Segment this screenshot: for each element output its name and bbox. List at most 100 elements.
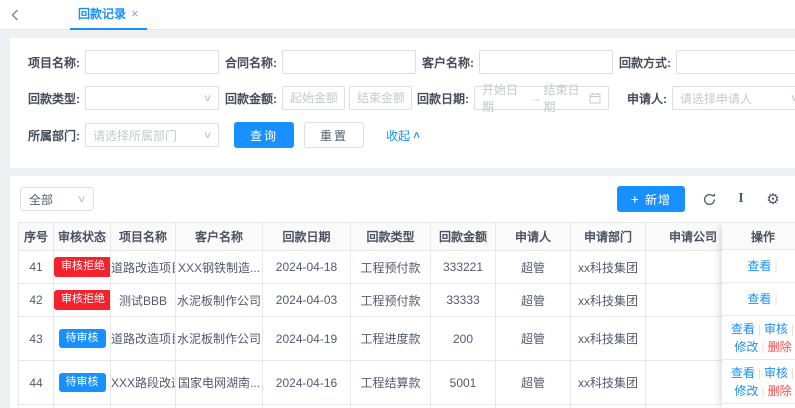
table-panel: 全部 ∨ + 新增 I ⚙ 序号 审核状态 项目名称 客户名称 回款日期 回款类… [10, 176, 795, 408]
payment-method-select[interactable]: ∨ [676, 50, 795, 74]
delete-link[interactable]: 删除 [768, 382, 792, 400]
cell-date: 2024-04-03 [262, 283, 351, 317]
settings-gear-icon[interactable]: ⚙ [765, 191, 781, 208]
cell-dept: xx科技集团 [570, 360, 646, 405]
divider: | [774, 292, 778, 306]
reset-button[interactable]: 重置 [304, 122, 365, 148]
chevron-down-icon: ∨ [202, 129, 213, 141]
applicant-label: 申请人: [627, 91, 667, 106]
cell-seq: 43 [18, 316, 54, 361]
cell-type: 工程进度款 [350, 316, 431, 361]
header-dept: 申请部门 [570, 222, 646, 251]
payment-amount-label: 回款金额: [225, 91, 277, 106]
edit-link[interactable]: 修改 [734, 382, 758, 400]
collapse-label: 收起 [386, 128, 411, 143]
arrow-right-icon: → [529, 91, 542, 105]
cell-customer: XXX钢铁制造... [175, 250, 263, 284]
divider: | [791, 321, 795, 336]
chevron-down-icon: ∨ [790, 93, 795, 104]
cell-applicant: 超管 [495, 360, 571, 405]
chevron-up-icon: ∧ [411, 129, 422, 141]
divider: | [757, 321, 761, 336]
operation-cell: 查看 | [722, 283, 795, 316]
cell-project: 道路改造项目x... [110, 316, 176, 361]
payment-date-range-picker[interactable]: 开始日期 → 结束日期 [474, 83, 609, 114]
cell-applicant: 超管 [495, 316, 571, 361]
project-name-label: 项目名称: [28, 55, 80, 70]
edit-link[interactable]: 修改 [734, 338, 758, 356]
header-status: 审核状态 [53, 222, 111, 251]
payment-type-select[interactable]: ∨ [85, 86, 219, 110]
scope-filter-select[interactable]: 全部 ∨ [20, 187, 94, 211]
view-link[interactable]: 查看 [747, 257, 771, 275]
audit-link[interactable]: 审核 [764, 320, 788, 338]
tab-payment-records[interactable]: 回款记录 × [70, 0, 147, 30]
chevron-down-icon: ∨ [76, 193, 87, 205]
project-name-input[interactable] [93, 55, 211, 69]
customer-name-input[interactable] [487, 55, 605, 69]
divider: | [761, 339, 765, 354]
header-project: 项目名称 [110, 222, 176, 251]
search-button[interactable]: 查询 [234, 122, 295, 148]
tab-close-icon[interactable]: × [131, 6, 139, 21]
department-select[interactable]: 请选择所属部门 ∨ [85, 123, 219, 147]
cell-dept: xx科技集团 [570, 316, 646, 361]
cell-applicant: 超管 [495, 283, 571, 317]
audit-link[interactable]: 审核 [764, 364, 788, 382]
department-placeholder: 请选择所属部门 [93, 128, 178, 143]
cell-amount: 33333 [430, 283, 496, 317]
operation-column-fixed: 操作 查看 | 查看 | 查看 | 审核 | 修改 | 删除 查看 | 审核 | 修改 | 删除 [722, 222, 795, 408]
header-seq: 序号 [18, 222, 54, 251]
payment-date-label: 回款日期: [417, 91, 470, 106]
table-row: 41 审核拒绝 道路改造项目x... XXX钢铁制造... 2024-04-18… [18, 250, 741, 284]
operation-cell: 查看 | 审核 | 修改 | 删除 [722, 360, 795, 404]
cell-amount: 5001 [430, 360, 496, 405]
view-link[interactable]: 查看 [747, 290, 771, 308]
cell-seq: 44 [18, 360, 54, 405]
cell-status: 审核拒绝 [53, 283, 111, 317]
data-table: 序号 审核状态 项目名称 客户名称 回款日期 回款类型 回款金额 申请人 申请部… [18, 222, 795, 408]
divider: | [761, 383, 765, 398]
delete-link[interactable]: 删除 [768, 338, 792, 356]
cell-date: 2024-04-19 [262, 316, 351, 361]
operation-cell: 查看 | 审核 | 修改 | 删除 [722, 316, 795, 360]
status-badge: 待审核 [58, 328, 106, 349]
header-amount: 回款金额 [430, 222, 496, 251]
cell-date: 2024-04-18 [262, 250, 351, 284]
cell-project: 测试BBB [110, 283, 176, 317]
cell-status: 审核拒绝 [53, 250, 111, 284]
divider: | [774, 259, 778, 273]
collapse-link[interactable]: 收起 ∧ [386, 127, 422, 144]
department-label: 所属部门: [28, 128, 80, 143]
contract-name-label: 合同名称: [225, 55, 277, 70]
scope-filter-value: 全部 [29, 192, 54, 207]
status-badge: 待审核 [58, 372, 106, 393]
applicant-select[interactable]: 请选择申请人 ∨ [672, 86, 795, 110]
view-link[interactable]: 查看 [731, 320, 755, 338]
tab-bar: 回款记录 × [0, 0, 795, 30]
cell-seq: 41 [18, 250, 54, 284]
cell-applicant: 超管 [495, 250, 571, 284]
table-toolbar: 全部 ∨ + 新增 I ⚙ [10, 186, 795, 222]
date-start-placeholder: 开始日期 [482, 83, 519, 114]
calendar-icon [589, 92, 601, 104]
operation-cell: 查看 | [722, 250, 795, 283]
cell-amount: 200 [430, 316, 496, 361]
cell-date: 2024-04-16 [262, 360, 351, 405]
payment-method-label: 回款方式: [619, 55, 671, 70]
cell-type: 工程预付款 [350, 250, 431, 284]
plus-icon: + [630, 191, 640, 207]
tab-label: 回款记录 [78, 7, 127, 21]
amount-end-input[interactable] [357, 91, 404, 105]
refresh-icon[interactable] [701, 191, 717, 207]
header-type: 回款类型 [350, 222, 431, 251]
cell-dept: xx科技集团 [570, 250, 646, 284]
divider: | [757, 365, 761, 380]
add-button[interactable]: + 新增 [616, 186, 685, 212]
column-height-icon[interactable]: I [733, 191, 749, 207]
back-icon[interactable] [0, 0, 30, 30]
cell-type: 工程预付款 [350, 283, 431, 317]
amount-start-input[interactable] [290, 91, 337, 105]
view-link[interactable]: 查看 [731, 364, 755, 382]
contract-name-input[interactable] [290, 55, 408, 69]
